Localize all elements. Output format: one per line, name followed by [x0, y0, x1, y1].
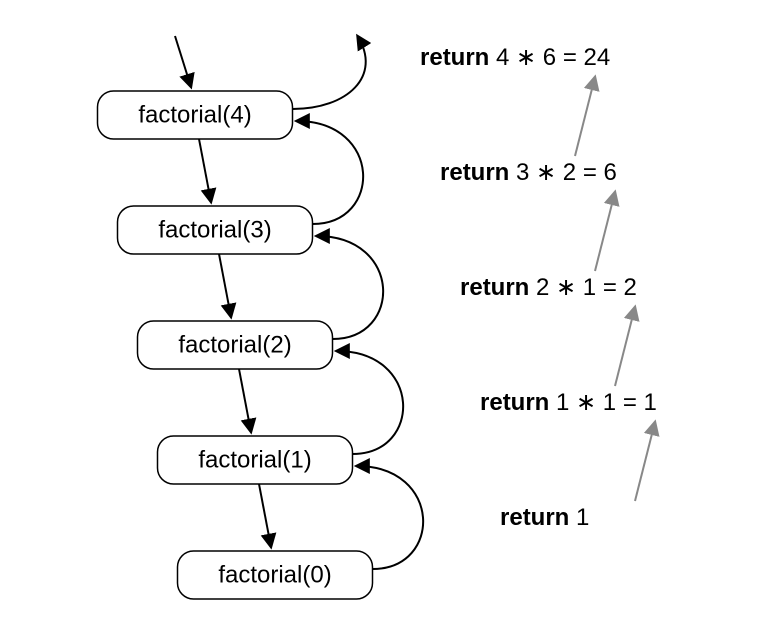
return-label-0: return 4 ∗ 6 = 24 [420, 44, 610, 71]
return-label-3: return 1 ∗ 1 = 1 [480, 389, 657, 416]
call-arrow-1 [219, 254, 231, 317]
value-flow-arrow-2 [615, 307, 635, 386]
value-flow-arrow-3 [635, 422, 655, 501]
recursion-diagram: factorial(4) factorial(3) factorial(2) fact… [0, 0, 778, 619]
call-node-2-label: factorial(2) [178, 331, 291, 358]
call-node-1-label: factorial(3) [158, 216, 271, 243]
call-arrow-2 [239, 369, 251, 432]
call-arrow-3 [259, 484, 271, 547]
call-node-3: factorial(1) [158, 436, 353, 484]
call-node-1: factorial(3) [118, 206, 313, 254]
nodes-layer: factorial(4) factorial(3) factorial(2) fact… [98, 91, 373, 599]
value-flow-arrow-0 [575, 77, 595, 156]
call-arrow-0 [199, 139, 211, 202]
call-node-0-label: factorial(4) [138, 101, 251, 128]
return-label-4: return 1 [500, 504, 589, 531]
call-node-2: factorial(2) [138, 321, 333, 369]
exit-arrow [293, 36, 366, 109]
call-node-4-label: factorial(0) [218, 561, 331, 588]
value-flow-arrow-1 [595, 192, 615, 271]
call-node-3-label: factorial(1) [198, 446, 311, 473]
return-label-2: return 2 ∗ 1 = 2 [460, 274, 637, 301]
call-node-4: factorial(0) [178, 551, 373, 599]
return-label-1: return 3 ∗ 2 = 6 [440, 159, 617, 186]
returns-layer: return 4 ∗ 6 = 24 return 3 ∗ 2 = 6 return … [420, 44, 657, 531]
call-node-0: factorial(4) [98, 91, 293, 139]
entry-arrow [175, 36, 191, 87]
